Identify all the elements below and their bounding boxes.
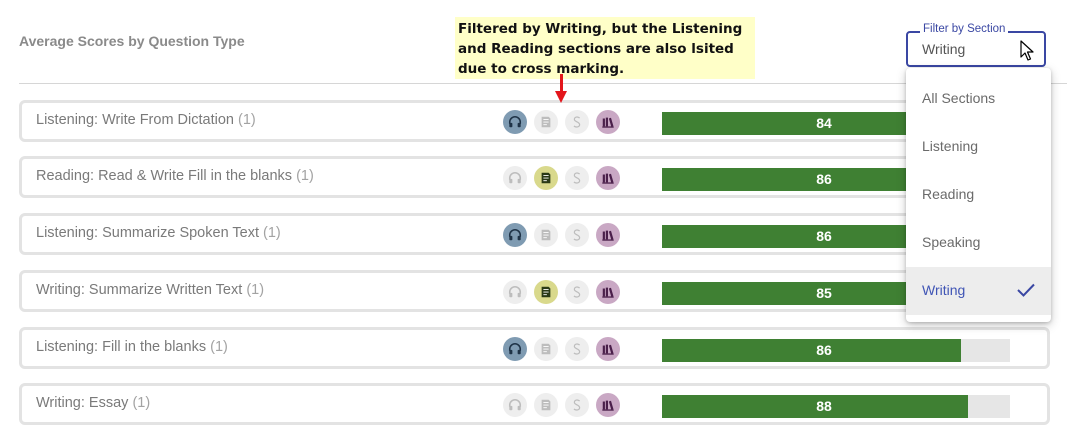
speaking-icon bbox=[565, 393, 589, 417]
headphones-icon bbox=[503, 393, 527, 417]
book-icon bbox=[534, 166, 558, 190]
headphones-icon bbox=[503, 337, 527, 361]
menu-item-listening[interactable]: Listening bbox=[906, 123, 1051, 171]
speaking-icon bbox=[565, 337, 589, 361]
menu-item-label: Reading bbox=[922, 186, 975, 202]
score-row[interactable]: Reading: Read & Write Fill in the blanks… bbox=[19, 156, 1050, 198]
question-count: (1) bbox=[263, 225, 281, 241]
writing-icon bbox=[596, 110, 620, 134]
annotation-arrow-head bbox=[555, 91, 567, 103]
book-icon bbox=[534, 337, 558, 361]
speaking-icon bbox=[565, 280, 589, 304]
menu-item-writing[interactable]: Writing bbox=[906, 267, 1051, 315]
score-row[interactable]: Listening: Summarize Spoken Text (1) 86 bbox=[19, 213, 1050, 255]
score-value: 88 bbox=[816, 398, 832, 414]
book-icon bbox=[534, 393, 558, 417]
question-type-name: Writing: Essay bbox=[36, 395, 129, 411]
question-type-label: Reading: Read & Write Fill in the blanks… bbox=[36, 168, 314, 184]
writing-icon bbox=[596, 337, 620, 361]
question-type-name: Listening: Summarize Spoken Text bbox=[36, 225, 259, 241]
section-filter-value: Writing bbox=[922, 41, 966, 57]
menu-item-all-sections[interactable]: All Sections bbox=[906, 75, 1051, 123]
book-icon bbox=[534, 223, 558, 247]
question-type-label: Listening: Write From Dictation (1) bbox=[36, 112, 256, 128]
writing-icon bbox=[596, 223, 620, 247]
writing-icon bbox=[596, 280, 620, 304]
question-type-name: Listening: Fill in the blanks bbox=[36, 339, 207, 355]
speaking-icon bbox=[565, 223, 589, 247]
section-filter-menu: All Sections Listening Reading Speaking Writ… bbox=[906, 68, 1051, 322]
headphones-icon bbox=[503, 280, 527, 304]
question-count: (1) bbox=[210, 339, 228, 355]
question-count: (1) bbox=[246, 282, 265, 298]
writing-icon bbox=[596, 393, 620, 417]
question-type-label: Listening: Summarize Spoken Text (1) bbox=[36, 225, 281, 241]
menu-item-label: All Sections bbox=[922, 90, 996, 106]
speaking-icon bbox=[565, 110, 589, 134]
menu-item-reading[interactable]: Reading bbox=[906, 171, 1051, 219]
menu-item-label: Writing bbox=[922, 282, 966, 298]
menu-item-label: Listening bbox=[922, 138, 979, 154]
question-count: (1) bbox=[238, 112, 256, 128]
annotation-callout: Filtered by Writing, but the Listening a… bbox=[455, 17, 755, 79]
menu-item-speaking[interactable]: Speaking bbox=[906, 219, 1051, 267]
question-type-name: Reading: Read & Write Fill in the blanks bbox=[36, 168, 293, 184]
question-type-name: Listening: Write From Dictation bbox=[36, 112, 234, 128]
checkmark-icon bbox=[1017, 283, 1035, 297]
question-count: (1) bbox=[132, 395, 151, 411]
score-bar: 88 bbox=[662, 395, 1010, 418]
page-title: Average Scores by Question Type bbox=[19, 33, 245, 49]
headphones-icon bbox=[503, 223, 527, 247]
speaking-icon bbox=[565, 166, 589, 190]
writing-icon bbox=[596, 166, 620, 190]
section-filter-label: Filter by Section bbox=[920, 23, 1009, 35]
score-row[interactable]: Writing: Essay (1) 88 bbox=[19, 383, 1050, 425]
score-value: 86 bbox=[816, 342, 832, 358]
score-bar: 86 bbox=[662, 339, 1010, 362]
book-icon bbox=[534, 280, 558, 304]
score-row[interactable]: Writing: Summarize Written Text (1) 85 bbox=[19, 270, 1050, 312]
question-type-label: Writing: Summarize Written Text (1) bbox=[36, 282, 264, 298]
question-count: (1) bbox=[296, 168, 314, 184]
score-row[interactable]: Listening: Fill in the blanks (1) 86 bbox=[19, 327, 1050, 369]
question-type-name: Writing: Summarize Written Text bbox=[36, 282, 243, 298]
headphones-icon bbox=[503, 110, 527, 134]
headphones-icon bbox=[503, 166, 527, 190]
mouse-cursor-icon bbox=[1020, 40, 1034, 61]
book-icon bbox=[534, 110, 558, 134]
score-row[interactable]: Listening: Write From Dictation (1) 84 bbox=[19, 100, 1050, 142]
question-type-label: Writing: Essay (1) bbox=[36, 395, 150, 411]
question-type-label: Listening: Fill in the blanks (1) bbox=[36, 339, 228, 355]
menu-item-label: Speaking bbox=[922, 234, 981, 250]
